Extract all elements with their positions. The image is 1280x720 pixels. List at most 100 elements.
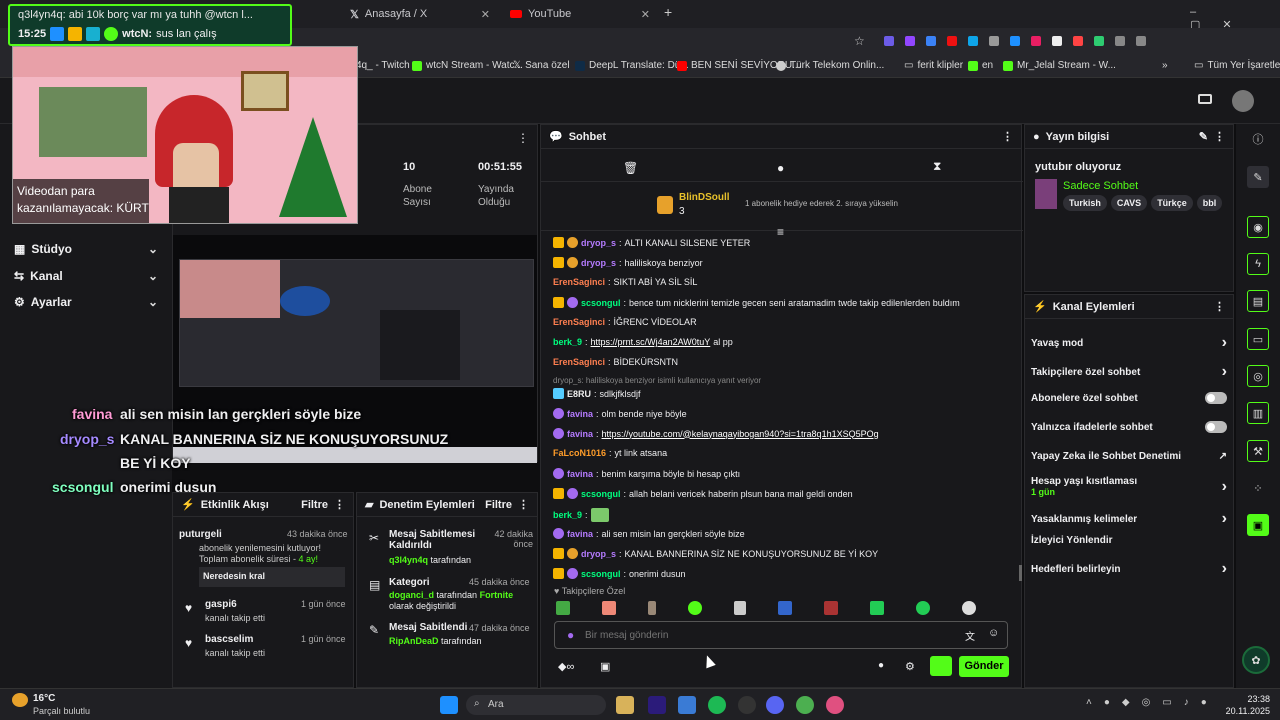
store-icon[interactable]: ▣ xyxy=(600,660,610,673)
file-explorer-icon[interactable] xyxy=(616,696,634,714)
more-options-icon[interactable]: ⋮ xyxy=(1214,130,1225,143)
more-bookmarks[interactable]: » xyxy=(1162,60,1168,71)
helper-icon[interactable]: ✿ xyxy=(1242,646,1270,674)
windows-icon[interactable] xyxy=(440,696,458,714)
scrollbar[interactable] xyxy=(1019,565,1022,581)
channel-action-item[interactable]: Takipçilere özel sohbet › xyxy=(1031,363,1227,381)
chat-username[interactable]: favina xyxy=(567,409,593,419)
channel-action-item[interactable]: Yasaklanmış kelimeler › xyxy=(1031,510,1227,528)
bookmark[interactable]: Mr_Jelal Stream - W... xyxy=(1003,60,1116,71)
sidebar-item-studio[interactable]: ▦ Stüdyo ⌄ xyxy=(14,242,158,256)
sidebar-item-channel[interactable]: ⇆ Kanal ⌄ xyxy=(14,269,158,283)
emote-bar[interactable] xyxy=(556,601,976,615)
chat-message[interactable]: dryop_s: haliliskoya benziyor xyxy=(553,257,703,268)
wrench-icon[interactable]: ⚒ xyxy=(1247,440,1269,462)
bookmark[interactable]: en xyxy=(968,60,993,71)
chat-icon[interactable]: ▭ xyxy=(1247,328,1269,350)
more-options-icon[interactable]: ⋮ xyxy=(1002,130,1013,143)
tag[interactable]: Türkçe xyxy=(1151,195,1193,211)
gear-icon[interactable]: ⚙ xyxy=(905,660,915,673)
chat-username[interactable]: ErenSaginci xyxy=(553,317,605,327)
chat-message[interactable]: ErenSaginci: SIKTI ABİ YA SİL SİL xyxy=(553,277,697,287)
search-box[interactable]: ⌕ Ara xyxy=(466,695,606,715)
chat-input[interactable] xyxy=(585,627,925,643)
tag[interactable]: bbl xyxy=(1196,195,1223,211)
filter-button[interactable]: Filtre xyxy=(301,499,328,511)
collapse-icon[interactable]: ≡ xyxy=(777,225,784,239)
bookmark[interactable]: 4q_ - Twitch xyxy=(356,60,410,71)
chat-bubble-icon[interactable]: ● xyxy=(878,660,884,671)
avatar[interactable] xyxy=(1232,90,1254,112)
chat-message[interactable]: berk_9: xyxy=(553,508,612,522)
chat-message[interactable]: FaLcoN1016: yt link atsana xyxy=(553,448,667,458)
chevron-right-icon[interactable]: › xyxy=(1222,510,1227,528)
chevron-right-icon[interactable]: › xyxy=(1222,334,1227,352)
chat-message[interactable]: ErenSaginci: BİDEKÜRSNTN xyxy=(553,357,678,367)
chat-input-box[interactable]: ● 文 ☺ xyxy=(554,621,1008,649)
channel-action-item[interactable]: Hesap yaşı kısıtlaması 1 gün › xyxy=(1031,476,1227,497)
star-icon[interactable]: ☆ xyxy=(854,34,865,48)
emoji-icon[interactable]: ☺ xyxy=(988,627,999,639)
bookmark-folder[interactable]: ▭ Tüm Yer İşaretleri xyxy=(1194,60,1280,71)
tab-x[interactable]: 𝕏 Anasayfa / X ✕ xyxy=(342,4,498,24)
chat-username[interactable]: favina xyxy=(567,469,593,479)
chat-message[interactable]: E8RU: sdlkjfklsdjf xyxy=(553,388,641,399)
chat-username[interactable]: dryop_s xyxy=(581,549,616,559)
channel-action-item[interactable]: Abonelere özel sohbet xyxy=(1031,392,1227,404)
extension-icon[interactable]: ▣ xyxy=(1247,514,1269,536)
chat-username[interactable]: ErenSaginci xyxy=(553,357,605,367)
chat-username[interactable]: berk_9 xyxy=(553,337,582,347)
premiere-icon[interactable] xyxy=(648,696,666,714)
close-icon[interactable]: ✕ xyxy=(481,8,490,21)
filter-button[interactable]: Filtre xyxy=(485,499,512,511)
kick-icon[interactable] xyxy=(930,656,952,676)
more-options-icon[interactable]: ⋮ xyxy=(517,131,529,145)
chat-message[interactable]: dryop_s: ALTI KANALI SILSENE YETER xyxy=(553,237,750,248)
chat-username[interactable]: favina xyxy=(567,529,593,539)
discord-icon[interactable] xyxy=(766,696,784,714)
bookmark-folder[interactable]: ▭ ferit klipler xyxy=(904,60,963,71)
toggle-switch[interactable] xyxy=(1205,421,1227,433)
tab-youtube[interactable]: YouTube ✕ xyxy=(502,4,658,24)
chat-message[interactable]: berk_9: https://prnt.sc/Wj4an2AW0tuY al p… xyxy=(553,337,733,347)
bookmark[interactable]: DeepL Translate: Dü... xyxy=(575,60,689,71)
chat-username[interactable]: scsongul xyxy=(581,298,621,308)
chat-username[interactable]: favina xyxy=(567,429,593,439)
chat-username[interactable]: E8RU xyxy=(567,389,591,399)
creator-icon[interactable] xyxy=(1198,94,1212,104)
settings-icon[interactable] xyxy=(678,696,696,714)
channel-points-icon[interactable]: ◆∞ xyxy=(558,660,574,673)
chat-username[interactable]: dryop_s xyxy=(581,258,616,268)
chat-message[interactable]: scsongul: onerimi dusun xyxy=(553,568,686,579)
channel-action-item[interactable]: Hedefleri belirleyin › xyxy=(1031,560,1227,578)
spotify-icon[interactable] xyxy=(708,696,726,714)
hourglass-icon[interactable]: ⧗ xyxy=(933,159,941,174)
trash-icon[interactable]: 🗑 xyxy=(623,161,638,175)
bookmark[interactable]: Türk Telekom Onlin... xyxy=(776,60,884,71)
document-icon[interactable]: ▤ xyxy=(1247,290,1269,312)
category-name[interactable]: Sadece Sohbet xyxy=(1063,180,1138,192)
chat-link[interactable]: https://prnt.sc/Wj4an2AW0tuY xyxy=(591,337,711,347)
chat-message[interactable]: favina: ali sen misin lan gerçkleri söyle… xyxy=(553,528,745,539)
chat-username[interactable]: berk_9 xyxy=(553,510,582,520)
chevron-right-icon[interactable]: › xyxy=(1222,560,1227,578)
more-options-icon[interactable]: ⋮ xyxy=(1214,300,1225,313)
channel-action-item[interactable]: Yalnızca ifadelerle sohbet xyxy=(1031,421,1227,433)
chrome-icon[interactable] xyxy=(796,696,814,714)
chat-username[interactable]: dryop_s xyxy=(581,238,616,248)
chat-message[interactable]: scsongul: allah belani vericek haberin pl… xyxy=(553,488,853,499)
channel-action-item[interactable]: İzleyici Yönlendir xyxy=(1031,535,1227,546)
bookmark[interactable]: wtcN Stream - Watc... xyxy=(412,60,523,71)
chrome-profile-icon[interactable] xyxy=(826,696,844,714)
close-icon[interactable]: ✕ xyxy=(641,8,650,21)
chat-username[interactable]: ErenSaginci xyxy=(553,277,605,287)
channel-action-item[interactable]: Yavaş mod › xyxy=(1031,334,1227,352)
share-icon[interactable]: ⁘ xyxy=(1247,477,1269,499)
edit-icon[interactable]: ✎ xyxy=(1247,166,1269,188)
bookmark[interactable]: 𝕏 Sana özel xyxy=(513,60,570,71)
chat-username[interactable]: scsongul xyxy=(581,569,621,579)
tag[interactable]: CAVS xyxy=(1110,195,1148,211)
chat-message[interactable]: scsongul: bence tum nicklerini temizle ge… xyxy=(553,297,960,308)
system-tray-icons[interactable]: ˄●◆◎▭♪● xyxy=(1086,697,1219,708)
chat-message[interactable]: ErenSaginci: İĞRENC VİDEOLAR xyxy=(553,317,697,327)
